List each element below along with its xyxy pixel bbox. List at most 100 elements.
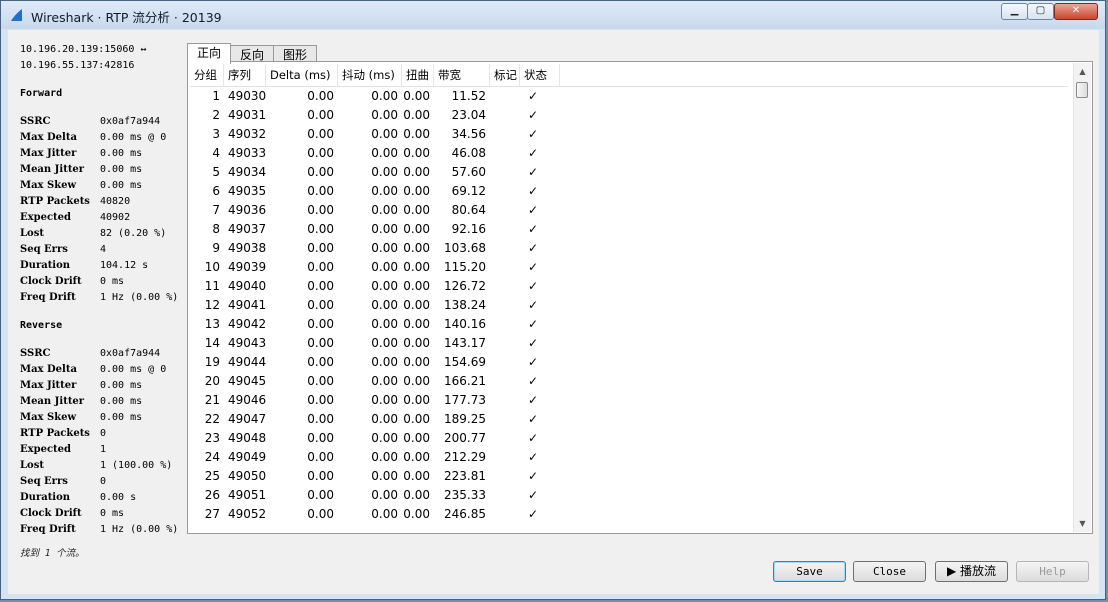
table-row[interactable]: 3 49032 0.00 0.00 0.00 34.56 ✓ [190,125,1068,144]
table-cell: ✓ [528,241,539,255]
table-row[interactable]: 21 49046 0.00 0.00 0.00 177.73 ✓ [190,391,1068,410]
table-cell: 0.00 [307,298,334,312]
table-cell: ✓ [528,108,539,122]
stat-label: RTP Packets [20,196,90,207]
table-row[interactable]: 23 49048 0.00 0.00 0.00 200.77 ✓ [190,429,1068,448]
table-cell: 0.00 [403,127,430,141]
table-cell: 0.00 [403,184,430,198]
stat-label: Max Jitter [20,148,77,159]
table-cell: 23 [204,431,220,445]
table-row[interactable]: 9 49038 0.00 0.00 0.00 103.68 ✓ [190,239,1068,258]
table-cell [490,334,520,353]
dialog-client: 10.196.20.139:15060 ↔ 10.196.55.137:4281… [8,30,1099,594]
table-cell: 49034 [228,165,267,179]
maximize-button[interactable]: ▢ [1027,3,1054,20]
stat-row: Freq Drift 1 Hz (0.00 %) [20,290,190,306]
reverse-stats: SSRC 0x0af7a944 Max Delta 0.00 ms @ 0 Max Ji… [20,346,190,538]
table-cell: 13 [204,317,220,331]
scroll-up-icon[interactable]: ▲ [1074,63,1091,80]
table-row[interactable]: 8 49037 0.00 0.00 0.00 92.16 ✓ [190,220,1068,239]
column-header[interactable]: 扭曲 [402,64,434,86]
table-cell [490,258,520,277]
table-row[interactable]: 19 49044 0.00 0.00 0.00 154.69 ✓ [190,353,1068,372]
column-header[interactable]: 抖动 (ms) [338,64,402,86]
stat-row: Expected 1 [20,442,190,458]
scroll-thumb[interactable] [1076,82,1088,98]
rtp-packet-table[interactable]: 分组 序列 Delta (ms) 抖动 (ms) 扭曲 带宽 标记 状态 1 49030 0.00… [190,64,1068,531]
table-row[interactable]: 5 49034 0.00 0.00 0.00 57.60 ✓ [190,163,1068,182]
close-window-button[interactable]: ✕ [1054,3,1098,20]
column-header[interactable]: 序列 [224,64,266,86]
title-bar[interactable]: Wireshark · RTP 流分析 · 20139 ▁ ▢ ✕ [1,1,1105,29]
table-cell: 49048 [228,431,267,445]
table-row[interactable]: 27 49052 0.00 0.00 0.00 246.85 ✓ [190,505,1068,524]
table-row[interactable]: 11 49040 0.00 0.00 0.00 126.72 ✓ [190,277,1068,296]
tab-bar: 正向 反向 图形 [187,43,318,64]
table-cell [490,486,520,505]
column-header[interactable]: 分组 [190,64,224,86]
stat-value: 0x0af7a944 [100,116,161,127]
table-cell: 0.00 [371,469,398,483]
column-header[interactable]: 带宽 [434,64,490,86]
table-row[interactable]: 24 49049 0.00 0.00 0.00 212.29 ✓ [190,448,1068,467]
table-cell: 22 [204,412,220,426]
table-row[interactable]: 26 49051 0.00 0.00 0.00 235.33 ✓ [190,486,1068,505]
table-cell [490,353,520,372]
table-cell: 0.00 [371,203,398,217]
table-cell: 6 [212,184,220,198]
forward-stats: SSRC 0x0af7a944 Max Delta 0.00 ms @ 0 Max Ji… [20,114,190,306]
table-cell: 0.00 [403,89,430,103]
table-cell: 0.00 [307,317,334,331]
table-cell: 27 [204,507,220,521]
column-header[interactable]: 标记 [490,64,520,86]
table-row[interactable]: 7 49036 0.00 0.00 0.00 80.64 ✓ [190,201,1068,220]
stat-value: 0.00 ms [100,180,143,191]
table-row[interactable]: 25 49050 0.00 0.00 0.00 223.81 ✓ [190,467,1068,486]
table-cell: 0.00 [371,336,398,350]
table-row[interactable]: 6 49035 0.00 0.00 0.00 69.12 ✓ [190,182,1068,201]
close-button[interactable]: Close [853,561,926,582]
stat-row: Duration 0.00 s [20,490,190,506]
table-row[interactable]: 1 49030 0.00 0.00 0.00 11.52 ✓ [190,87,1068,106]
table-row[interactable]: 14 49043 0.00 0.00 0.00 143.17 ✓ [190,334,1068,353]
table-cell: 80.64 [451,203,486,217]
stat-value: 0.00 s [100,492,137,503]
stat-label: Duration [20,260,71,271]
stat-row: Duration 104.12 s [20,258,190,274]
table-row[interactable]: 2 49031 0.00 0.00 0.00 23.04 ✓ [190,106,1068,125]
table-cell: 143.17 [444,336,486,350]
tab-forward[interactable]: 正向 [187,43,232,64]
table-row[interactable]: 4 49033 0.00 0.00 0.00 46.08 ✓ [190,144,1068,163]
stat-value: 0.00 ms [100,396,143,407]
table-cell: 2 [212,108,220,122]
save-button[interactable]: Save [773,561,846,582]
table-row[interactable]: 22 49047 0.00 0.00 0.00 189.25 ✓ [190,410,1068,429]
table-cell [490,182,520,201]
play-streams-button[interactable]: ▶ 播放流 [935,561,1008,582]
table-cell: 49036 [228,203,267,217]
table-row[interactable]: 10 49039 0.00 0.00 0.00 115.20 ✓ [190,258,1068,277]
table-cell: 0.00 [403,241,430,255]
table-cell: 24 [204,450,220,464]
table-row[interactable]: 13 49042 0.00 0.00 0.00 140.16 ✓ [190,315,1068,334]
table-header: 分组 序列 Delta (ms) 抖动 (ms) 扭曲 带宽 标记 状态 [190,64,1068,87]
table-cell: ✓ [528,488,539,502]
scroll-down-icon[interactable]: ▼ [1074,515,1091,532]
table-cell: 0.00 [371,355,398,369]
table-cell: ✓ [528,450,539,464]
stat-row: Max Skew 0.00 ms [20,410,190,426]
table-cell: 14 [204,336,220,350]
table-cell [490,391,520,410]
table-cell: 49049 [228,450,267,464]
table-row[interactable]: 20 49045 0.00 0.00 0.00 166.21 ✓ [190,372,1068,391]
column-header[interactable]: 状态 [520,64,560,86]
table-cell [490,201,520,220]
table-cell: ✓ [528,165,539,179]
minimize-button[interactable]: ▁ [1001,3,1028,20]
table-row[interactable]: 12 49041 0.00 0.00 0.00 138.24 ✓ [190,296,1068,315]
tab-panel: 分组 序列 Delta (ms) 抖动 (ms) 扭曲 带宽 标记 状态 1 49030 0.00… [187,61,1093,534]
column-header[interactable]: Delta (ms) [266,64,338,86]
vertical-scrollbar[interactable]: ▲ ▼ [1073,63,1091,532]
help-button[interactable]: Help [1016,561,1089,582]
table-cell [490,125,520,144]
